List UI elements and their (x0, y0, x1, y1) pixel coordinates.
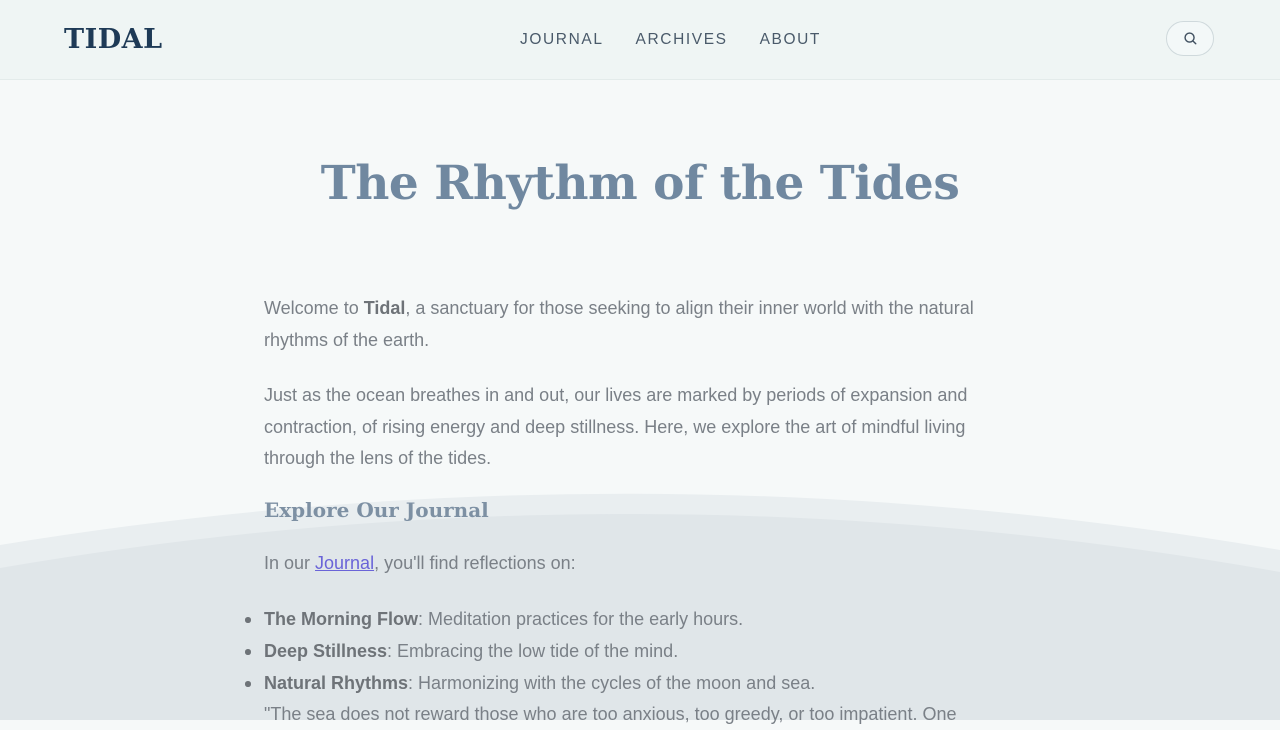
site-header: TIDAL JOURNAL ARCHIVES ABOUT (0, 0, 1280, 80)
list-item-title: The Morning Flow (264, 609, 418, 629)
journal-text-pre: In our (264, 553, 316, 573)
nav-archives[interactable]: ARCHIVES (636, 30, 728, 50)
nav-about[interactable]: ABOUT (760, 30, 821, 50)
journal-text-post: , you'll find reflections on: (374, 553, 576, 573)
list-item-text: : Meditation practices for the early hou… (417, 609, 744, 629)
list-item: Natural Rhythms: Harmonizing with the cy… (245, 667, 1016, 699)
site-logo[interactable]: TIDAL (64, 22, 163, 58)
ocean-paragraph: Just as the ocean breathes in and out, o… (264, 385, 968, 468)
page-title: The Rhythm of the Tides (320, 156, 960, 211)
list-item-title: Deep Stillness (264, 641, 388, 661)
nav-journal[interactable]: JOURNAL (520, 30, 604, 50)
journal-link[interactable]: Journal (315, 553, 374, 573)
intro-paragraph: Welcome to Tidal, a sanctuary for those … (264, 293, 1016, 356)
intro-text-pre: Welcome to (264, 298, 364, 318)
list-item: The Morning Flow: Meditation practices f… (245, 603, 1016, 635)
list-item-text: : Harmonizing with the cycles of the moo… (408, 673, 816, 693)
intro-brand-name: Tidal (363, 298, 406, 318)
list-item-title: Natural Rhythms (264, 673, 409, 693)
search-button[interactable] (1166, 21, 1214, 56)
main-nav: JOURNAL ARCHIVES ABOUT (520, 30, 853, 50)
section-heading: Explore Our Journal (264, 498, 489, 522)
quote-text: "The sea does not reward those who are t… (264, 704, 957, 724)
topics-list: The Morning Flow: Meditation practices f… (245, 603, 1016, 699)
list-item: Deep Stillness: Embracing the low tide o… (245, 635, 1016, 667)
list-item-text: : Embracing the low tide of the mind. (387, 641, 679, 661)
journal-paragraph: In our Journal, you'll find reflections … (264, 548, 1016, 580)
search-icon (1183, 32, 1196, 45)
